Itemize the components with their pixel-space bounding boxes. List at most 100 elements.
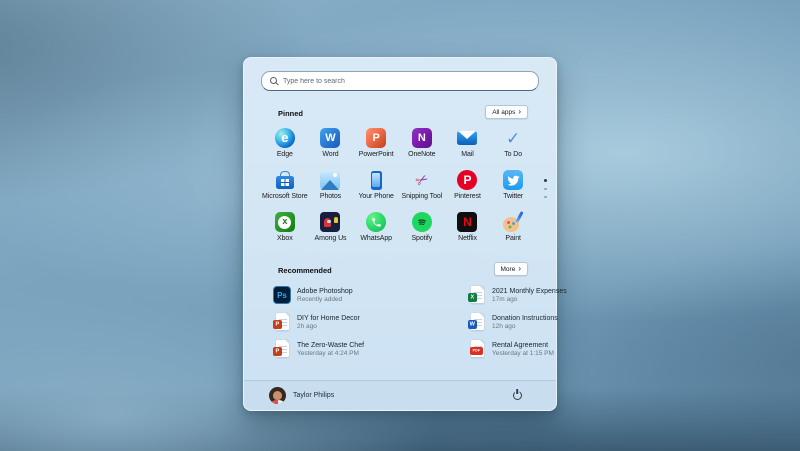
recommended-item-subtitle: Yesterday at 1:15 PM [492, 349, 554, 357]
recommended-title: Recommended [278, 266, 332, 275]
start-menu-panel: Pinned All apps › e Edge W Word P PowerP… [243, 57, 567, 411]
pinned-app-mail[interactable]: Mail [445, 126, 491, 162]
pinned-app-to-do[interactable]: ✓ To Do [490, 126, 536, 162]
pinned-app-photos[interactable]: Photos [308, 168, 354, 204]
recommended-item-the-zero-waste-chef[interactable]: P The Zero-Waste Chef Yesterday at 4:24 … [273, 338, 468, 360]
microsoft-store-icon [273, 168, 297, 192]
powerpoint-icon: P [364, 126, 388, 150]
paint-icon [501, 210, 525, 234]
desktop-wallpaper: Pinned All apps › e Edge W Word P PowerP… [0, 0, 800, 451]
app-label: Paint [505, 235, 521, 242]
app-label: Pinterest [454, 193, 481, 200]
pdf-file-icon: PDF [468, 338, 486, 360]
pinned-app-edge[interactable]: e Edge [262, 126, 308, 162]
pinned-app-powerpoint[interactable]: P PowerPoint [353, 126, 399, 162]
search-icon [270, 77, 278, 85]
page-indicator [544, 179, 547, 198]
pinned-app-onenote[interactable]: N OneNote [399, 126, 445, 162]
app-label: Microsoft Store [262, 193, 308, 200]
user-bar: Taylor Philips [244, 380, 556, 410]
recommended-item-rental-agreement[interactable]: PDF Rental Agreement Yesterday at 1:15 P… [468, 338, 567, 360]
app-label: Word [322, 151, 339, 158]
chevron-right-icon: › [518, 263, 521, 273]
app-label: PowerPoint [358, 151, 394, 158]
pinned-app-microsoft-store[interactable]: Microsoft Store [262, 168, 308, 204]
recommended-item-subtitle: Yesterday at 4:24 PM [297, 349, 359, 357]
page-dot-3[interactable] [544, 195, 547, 198]
edge-icon: e [273, 126, 297, 150]
chevron-right-icon: › [518, 106, 521, 116]
xbox-icon: x [273, 210, 297, 234]
recommended-item-subtitle: 12h ago [492, 322, 516, 330]
among-us-icon [318, 210, 342, 234]
recommended-item-2021-monthly-expenses[interactable]: X 2021 Monthly Expenses 17m ago [468, 284, 567, 306]
search-box[interactable] [261, 71, 539, 91]
snipping-tool-icon: ✂ [412, 169, 432, 191]
photos-icon [318, 168, 342, 192]
page-dot-2[interactable] [544, 187, 547, 190]
more-button[interactable]: More › [493, 262, 528, 276]
pinned-app-xbox[interactable]: x Xbox [262, 210, 308, 246]
recommended-item-title: Donation Instructions [492, 314, 558, 322]
recommended-item-subtitle: 2h ago [297, 322, 317, 330]
recommended-grid: Ps Adobe Photoshop Recently added X 2021… [273, 284, 567, 360]
recommended-item-title: Adobe Photoshop [297, 287, 353, 295]
pinned-app-snipping-tool[interactable]: ✂ Snipping Tool [399, 168, 445, 204]
pinned-app-spotify[interactable]: Spotify [399, 210, 445, 246]
recommended-item-title: DIY for Home Decor [297, 314, 360, 322]
recommended-item-title: The Zero-Waste Chef [297, 341, 365, 349]
recommended-item-donation-instructions[interactable]: W Donation Instructions 12h ago [468, 311, 567, 333]
powerpoint-file-icon: P [273, 311, 291, 333]
power-icon [512, 391, 522, 400]
app-label: Snipping Tool [401, 193, 443, 200]
photoshop-icon: Ps [273, 286, 291, 304]
more-label: More [500, 265, 516, 273]
all-apps-button[interactable]: All apps › [485, 105, 528, 119]
app-label: WhatsApp [360, 235, 392, 242]
word-icon: W [318, 126, 342, 150]
whatsapp-icon [364, 210, 388, 234]
app-label: Spotify [411, 235, 433, 242]
pinned-app-word[interactable]: W Word [308, 126, 354, 162]
app-label: Xbox [277, 235, 293, 242]
power-button[interactable] [508, 387, 526, 405]
pinned-app-paint[interactable]: Paint [490, 210, 536, 246]
to-do-icon: ✓ [506, 128, 521, 148]
app-label: Among Us [314, 235, 347, 242]
onenote-icon: N [410, 126, 434, 150]
app-label: Photos [319, 193, 342, 200]
search-input[interactable] [283, 77, 530, 85]
netflix-icon: N [455, 210, 479, 234]
recommended-item-subtitle: 17m ago [492, 295, 518, 303]
app-label: Your Phone [358, 193, 394, 200]
pinned-apps-grid: e Edge W Word P PowerPoint N OneNote Mai… [262, 126, 536, 246]
app-label: To Do [504, 151, 523, 158]
page-dot-1[interactable] [544, 179, 547, 182]
app-label: Twitter [503, 193, 524, 200]
all-apps-label: All apps [492, 108, 516, 116]
word-file-icon: W [468, 311, 486, 333]
recommended-item-diy-for-home-decor[interactable]: P DIY for Home Decor 2h ago [273, 311, 468, 333]
recommended-item-adobe-photoshop[interactable]: Ps Adobe Photoshop Recently added [273, 284, 468, 306]
recommended-item-subtitle: Recently added [297, 295, 343, 303]
twitter-icon [501, 168, 525, 192]
pinned-app-netflix[interactable]: N Netflix [445, 210, 491, 246]
pinned-app-twitter[interactable]: Twitter [490, 168, 536, 204]
recommended-item-title: 2021 Monthly Expenses [492, 287, 567, 295]
app-label: Mail [461, 151, 474, 158]
pinned-app-your-phone[interactable]: Your Phone [353, 168, 399, 204]
user-profile-button[interactable]: Taylor Philips [269, 387, 334, 404]
user-name: Taylor Philips [293, 392, 335, 399]
your-phone-icon [364, 168, 388, 192]
app-label: Edge [276, 151, 293, 158]
pinned-app-whatsapp[interactable]: WhatsApp [353, 210, 399, 246]
avatar [269, 387, 286, 404]
pinned-app-pinterest[interactable]: P Pinterest [445, 168, 491, 204]
pinterest-icon: P [455, 168, 479, 192]
powerpoint-file-icon: P [273, 338, 291, 360]
recommended-item-title: Rental Agreement [492, 341, 549, 349]
pinned-title: Pinned [278, 109, 304, 118]
excel-file-icon: X [468, 284, 486, 306]
app-label: OneNote [408, 151, 436, 158]
pinned-app-among-us[interactable]: Among Us [308, 210, 354, 246]
